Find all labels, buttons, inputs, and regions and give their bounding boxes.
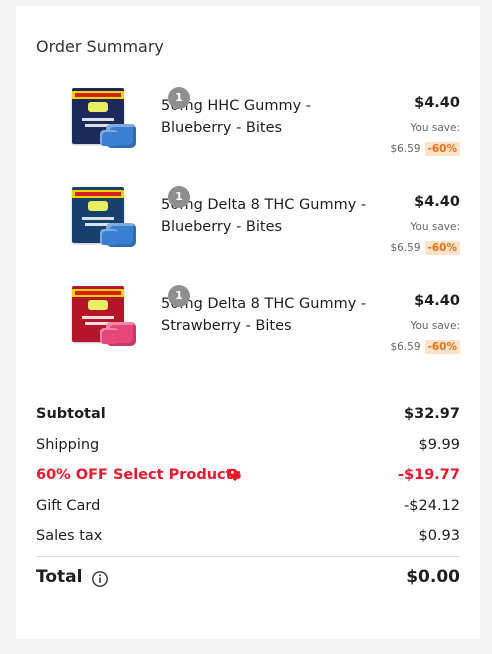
discount-label: 60% OFF Select Products [36,467,242,483]
order-summary-card: Order Summary 1 50mg HHC Gummy - Blueber… [16,6,480,639]
you-save-label: You save: [410,320,460,332]
product-name: 50mg HHC Gummy - Blueberry - Bites [161,98,312,136]
product-image: 1 [72,285,190,348]
sales-tax-label: Sales tax [36,528,103,544]
savings-row: $6.59 -60% [390,240,460,256]
quantity-badge: 1 [168,87,190,109]
shipping-value: $9.99 [418,437,460,453]
info-icon[interactable] [91,570,109,588]
gift-card-row: Gift Card -$24.12 [36,496,460,516]
shipping-row: Shipping $9.99 [36,435,460,455]
subtotal-row: Subtotal $32.97 [36,404,460,424]
sales-tax-row: Sales tax $0.93 [36,526,460,546]
original-price: $6.59 [390,341,421,353]
product-image: 1 [72,87,190,150]
order-summary-title: Order Summary [36,37,164,56]
you-save-label: You save: [410,122,460,134]
gift-card-value: -$24.12 [404,498,460,514]
item-price: $4.40 [414,95,460,111]
discount-badge: -60% [424,241,460,255]
total-value: $0.00 [406,567,460,587]
you-save-label: You save: [410,221,460,233]
gummy-image [100,223,136,247]
line-item: 1 50mg HHC Gummy - Blueberry - Bites $4.… [36,66,460,158]
product-name: 50mg Delta 8 THC Gummy - Blueberry - Bit… [161,197,367,235]
savings-row: $6.59 -60% [390,339,460,355]
line-item: 1 50mg Delta 8 THC Gummy - Strawberry - … [36,264,460,356]
subtotal-value: $32.97 [404,406,460,422]
discount-badge: -60% [424,340,460,354]
discount-row: 60% OFF Select Products -$19.77 [36,465,460,485]
discount-badge: -60% [424,142,460,156]
subtotal-label: Subtotal [36,406,106,422]
original-price: $6.59 [390,242,421,254]
divider [36,556,460,557]
quantity-badge: 1 [168,186,190,208]
product-name: 50mg Delta 8 THC Gummy - Strawberry - Bi… [161,296,367,334]
original-price: $6.59 [390,143,421,155]
product-image: 1 [72,186,190,249]
sales-tax-value: $0.93 [418,528,460,544]
gift-card-label: Gift Card [36,498,101,514]
total-row: Total $0.00 [36,567,460,591]
item-price: $4.40 [414,293,460,309]
discount-value: -$19.77 [398,467,460,483]
line-item: 1 50mg Delta 8 THC Gummy - Blueberry - B… [36,165,460,257]
gummy-image [100,124,136,148]
quantity-badge: 1 [168,285,190,307]
shipping-label: Shipping [36,437,100,453]
total-label: Total [36,567,83,587]
gummy-image [100,322,136,346]
tag-icon [228,468,242,482]
savings-row: $6.59 -60% [390,141,460,157]
item-price: $4.40 [414,194,460,210]
